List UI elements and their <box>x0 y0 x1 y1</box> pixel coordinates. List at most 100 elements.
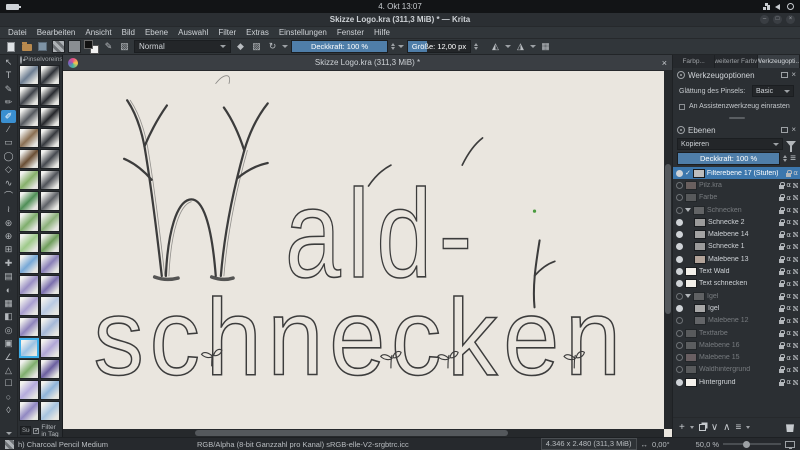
brush-preset-thumbnail[interactable] <box>19 338 39 358</box>
inherit-alpha-icon[interactable] <box>793 379 798 385</box>
move-layer-down-button[interactable]: ∨ <box>711 422 718 433</box>
open-document-icon[interactable] <box>20 40 33 53</box>
layer-row[interactable]: Hintergrund α <box>673 376 800 388</box>
layer-opacity-slider[interactable]: Deckkraft: 100 % <box>677 152 781 165</box>
brush-preset-thumbnail[interactable] <box>19 233 39 253</box>
polygon-tool[interactable]: ◇ <box>1 163 16 176</box>
layer-name[interactable]: Malebene 15 <box>699 354 777 361</box>
brush-preset-thumbnail[interactable] <box>40 380 60 400</box>
color-sampler-tool[interactable]: ◐ <box>1 284 16 297</box>
menu-ebene[interactable]: Ebene <box>140 28 173 37</box>
alpha-lock-icon[interactable]: α <box>786 280 791 288</box>
layer-visibility-toggle[interactable] <box>676 378 683 386</box>
menu-hilfe[interactable]: Hilfe <box>369 28 395 37</box>
alpha-lock-icon[interactable]: α <box>786 268 791 276</box>
inherit-alpha-icon[interactable] <box>793 293 798 299</box>
close-icon[interactable]: × <box>662 58 667 68</box>
layer-thumbnail[interactable] <box>685 180 697 190</box>
brush-preset-thumbnail[interactable] <box>19 149 39 169</box>
float-docker-icon[interactable] <box>781 127 789 133</box>
lock-icon[interactable] <box>779 366 786 374</box>
inherit-alpha-icon[interactable] <box>793 244 798 250</box>
save-icon[interactable] <box>36 40 49 53</box>
mirror-vertical-icon[interactable]: ◮ <box>514 40 527 53</box>
brush-preset-thumbnail[interactable] <box>40 359 60 379</box>
chevron-down-icon[interactable] <box>530 45 536 48</box>
brush-preset-thumbnail[interactable] <box>40 170 60 190</box>
rect-select-tool[interactable]: ☐ <box>1 377 16 390</box>
inherit-alpha-icon[interactable] <box>793 305 798 311</box>
inherit-alpha-icon[interactable] <box>793 207 798 213</box>
brush-preset-thumbnail[interactable] <box>19 128 39 148</box>
layer-row[interactable]: Malebene 16 α <box>673 339 800 351</box>
alpha-lock-icon[interactable]: α <box>786 304 791 312</box>
move-tool[interactable]: ✚ <box>1 257 16 270</box>
brush-preset-thumbnail[interactable] <box>19 107 39 127</box>
layer-row[interactable]: Malebene 14 α <box>673 228 800 240</box>
layer-thumbnail[interactable] <box>685 340 697 350</box>
menu-einstellungen[interactable]: Einstellungen <box>274 28 332 37</box>
transform-tool[interactable]: ↖ <box>1 56 16 69</box>
opacity-spinner[interactable] <box>391 43 395 50</box>
layer-blend-mode-select[interactable]: Kopieren <box>677 138 783 150</box>
layer-name[interactable]: Igel <box>707 293 777 300</box>
layer-thumbnail[interactable] <box>685 279 697 289</box>
lock-icon[interactable] <box>779 317 786 325</box>
menu-datei[interactable]: Datei <box>3 28 32 37</box>
ellipse-tool[interactable]: ◯ <box>1 150 16 163</box>
layer-row[interactable]: Waldhintergrund α <box>673 364 800 376</box>
tool-options-header[interactable]: Werkzeugoptionen × <box>673 68 800 82</box>
gradient-tool[interactable]: ▤ <box>1 270 16 283</box>
line-tool[interactable]: ∕ <box>1 123 16 136</box>
chevron-down-icon[interactable] <box>746 426 751 429</box>
canvas-title-bar[interactable]: Skizze Logo.kra (311,3 MiB) * × <box>63 55 672 71</box>
brush-preset-thumbnail[interactable] <box>40 86 60 106</box>
brush-preset-thumbnail[interactable] <box>19 380 39 400</box>
brush-preset-thumbnail[interactable] <box>40 254 60 274</box>
delete-layer-button[interactable] <box>786 424 794 432</box>
brush-preset-icon[interactable] <box>5 439 14 449</box>
brush-preset-thumbnail[interactable] <box>19 317 39 337</box>
maximize-button[interactable]: □ <box>773 15 782 24</box>
brush-preset-thumbnail[interactable] <box>40 212 60 232</box>
foreground-background-colors[interactable] <box>84 39 99 54</box>
wraparound-mode-icon[interactable]: ▦ <box>539 40 552 53</box>
inherit-alpha-icon[interactable] <box>793 318 798 324</box>
freehand-path-tool[interactable]: ≀ <box>1 203 16 216</box>
canvas-vertical-scrollbar[interactable] <box>664 71 672 429</box>
inherit-alpha-icon[interactable] <box>793 232 798 238</box>
layer-row[interactable]: Igel α <box>673 302 800 314</box>
lock-icon[interactable] <box>779 378 786 386</box>
layer-row[interactable]: Text schnecken α <box>673 278 800 290</box>
chevron-down-icon[interactable] <box>398 45 404 48</box>
brush-preset-thumbnail[interactable] <box>19 212 39 232</box>
eraser-mode-icon[interactable]: ◆ <box>234 40 247 53</box>
alpha-lock-icon[interactable]: α <box>786 329 791 337</box>
layer-visibility-toggle[interactable] <box>676 181 683 189</box>
layer-name[interactable]: Schnecke 2 <box>708 219 777 226</box>
layer-name[interactable]: Malebene 14 <box>708 231 777 238</box>
layer-name[interactable]: Malebene 12 <box>708 317 777 324</box>
docker-tab[interactable]: Werkzeugopti... <box>757 55 800 68</box>
alpha-lock-icon[interactable]: α <box>786 181 791 189</box>
layer-thumbnail[interactable] <box>694 217 706 227</box>
menu-fenster[interactable]: Fenster <box>332 28 369 37</box>
brush-presets-icon[interactable]: ▧ <box>118 40 131 53</box>
freehand-brush-tool[interactable]: ✐ <box>1 109 16 123</box>
lock-icon[interactable] <box>779 255 786 263</box>
duplicate-layer-button[interactable] <box>698 424 706 431</box>
lock-icon[interactable] <box>779 268 786 276</box>
image-dimensions[interactable]: 4.346 x 2.480 (311,3 MiB) <box>540 438 637 450</box>
alpha-lock-icon[interactable]: α <box>786 218 791 226</box>
docker-splitter[interactable] <box>673 113 800 123</box>
edit-shapes-tool[interactable]: ✎ <box>1 83 16 96</box>
layer-thumbnail[interactable] <box>694 316 706 326</box>
layer-row[interactable]: Igel α <box>673 290 800 302</box>
text-tool[interactable]: T <box>1 69 16 82</box>
minimize-button[interactable]: – <box>760 15 769 24</box>
lock-icon[interactable] <box>779 292 786 300</box>
layer-name[interactable]: Filterebene 17 (Stufen) <box>707 170 785 177</box>
layer-visibility-toggle[interactable] <box>676 206 683 214</box>
reload-preset-icon[interactable]: ↻ <box>266 40 279 53</box>
calligraphy-tool[interactable]: ✏ <box>1 96 16 109</box>
